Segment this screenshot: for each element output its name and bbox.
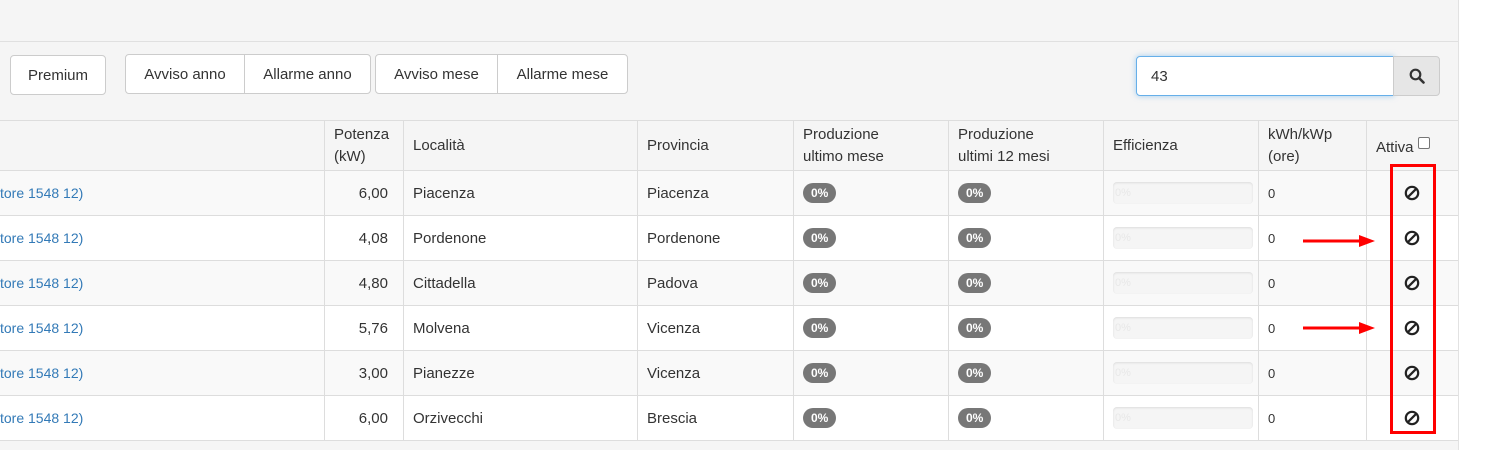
cell-localita: Cittadella [403,261,637,305]
header-efficienza[interactable]: Efficienza [1103,121,1258,171]
cell-potenza: 5,76 [324,306,403,350]
cell-produzione-12-mesi: 0% [948,216,1103,260]
table-row: tore 1548 12) 6,00 Orzivecchi Brescia 0% 0% 0%… [0,396,1458,441]
cell-produzione-mese: 0% [793,351,948,395]
table-row: tore 1548 12) 3,00 Pianezze Vicenza 0% 0% 0% 0 [0,351,1458,396]
search-icon [1409,68,1425,84]
cell-provincia: Vicenza [637,351,793,395]
cell-provincia: Padova [637,261,793,305]
allarme-anno-button[interactable]: Allarme anno [244,54,371,94]
cell-efficienza: 0% [1103,396,1258,440]
cell-efficienza: 0% [1103,171,1258,215]
cell-localita: Pordenone [403,216,637,260]
page-scrollbar-area [1458,0,1500,450]
percent-badge: 0% [803,408,837,428]
cell-provincia: Pordenone [637,216,793,260]
premium-button[interactable]: Premium [10,55,106,95]
table-row: tore 1548 12) 6,00 Piacenza Piacenza 0% 0% 0% 0 [0,171,1458,216]
cell-localita: Molvena [403,306,637,350]
cell-kwh-kwp: 0 [1258,171,1366,215]
plant-name-link[interactable]: tore 1548 12) [0,216,324,260]
header-provincia[interactable]: Provincia [637,121,793,171]
cell-localita: Orzivecchi [403,396,637,440]
cell-potenza: 6,00 [324,396,403,440]
cell-efficienza: 0% [1103,351,1258,395]
select-all-checkbox[interactable] [1417,137,1430,149]
cell-efficienza: 0% [1103,216,1258,260]
allarme-mese-button[interactable]: Allarme mese [497,54,628,94]
percent-badge: 0% [803,183,837,203]
cell-provincia: Piacenza [637,171,793,215]
header-produzione-12-mesi[interactable]: Produzione ultimi 12 mesi [948,121,1103,171]
red-arrow-icon [1303,235,1375,247]
cell-potenza: 6,00 [324,171,403,215]
search-input[interactable] [1136,56,1394,96]
percent-badge: 0% [958,408,992,428]
efficienza-progress-bar: 0% [1113,227,1253,249]
cell-efficienza: 0% [1103,306,1258,350]
efficienza-progress-bar: 0% [1113,182,1253,204]
percent-badge: 0% [803,318,837,338]
cell-produzione-mese: 0% [793,396,948,440]
percent-badge: 0% [803,363,837,383]
cell-localita: Pianezze [403,351,637,395]
efficienza-progress-bar: 0% [1113,407,1253,429]
cell-provincia: Brescia [637,396,793,440]
cell-kwh-kwp: 0 [1258,261,1366,305]
header-kwh-kwp[interactable]: kWh/kWp (ore) [1258,121,1366,171]
cell-produzione-12-mesi: 0% [948,261,1103,305]
red-arrow-icon [1303,322,1375,334]
plant-name-link[interactable]: tore 1548 12) [0,171,324,215]
percent-badge: 0% [958,318,992,338]
cell-produzione-12-mesi: 0% [948,171,1103,215]
top-band [0,0,1458,42]
efficienza-progress-bar: 0% [1113,272,1253,294]
cell-produzione-mese: 0% [793,261,948,305]
percent-badge: 0% [803,273,837,293]
cell-produzione-mese: 0% [793,171,948,215]
efficienza-progress-bar: 0% [1113,362,1253,384]
table-row: tore 1548 12) 4,80 Cittadella Padova 0% 0% 0% 0 [0,261,1458,306]
cell-efficienza: 0% [1103,261,1258,305]
header-potenza[interactable]: Potenza (kW) [324,121,403,171]
cell-localita: Piacenza [403,171,637,215]
plant-name-link[interactable]: tore 1548 12) [0,261,324,305]
percent-badge: 0% [958,273,992,293]
percent-badge: 0% [958,363,992,383]
highlight-box [1390,164,1436,434]
cell-provincia: Vicenza [637,306,793,350]
header-localita[interactable]: Località [403,121,637,171]
table-row: tore 1548 12) 4,08 Pordenone Pordenone 0% 0% 0… [0,216,1458,261]
percent-badge: 0% [958,183,992,203]
table-body: tore 1548 12) 6,00 Piacenza Piacenza 0% 0% 0% 0… [0,171,1458,441]
avviso-anno-button[interactable]: Avviso anno [125,54,245,94]
cell-kwh-kwp: 0 [1258,396,1366,440]
header-produzione-mese[interactable]: Produzione ultimo mese [793,121,948,171]
cell-potenza: 4,80 [324,261,403,305]
avviso-mese-button[interactable]: Avviso mese [375,54,498,94]
table-row: tore 1548 12) 5,76 Molvena Vicenza 0% 0% 0% 0 [0,306,1458,351]
percent-badge: 0% [958,228,992,248]
cell-produzione-12-mesi: 0% [948,396,1103,440]
cell-produzione-12-mesi: 0% [948,306,1103,350]
plant-name-link[interactable]: tore 1548 12) [0,351,324,395]
cell-produzione-mese: 0% [793,306,948,350]
cell-potenza: 4,08 [324,216,403,260]
cell-produzione-12-mesi: 0% [948,351,1103,395]
plant-name-link[interactable]: tore 1548 12) [0,306,324,350]
cell-produzione-mese: 0% [793,216,948,260]
cell-kwh-kwp: 0 [1258,351,1366,395]
search-button[interactable] [1393,56,1440,96]
table-header: Potenza (kW) Località Provincia Produzio… [0,120,1458,171]
plant-name-link[interactable]: tore 1548 12) [0,396,324,440]
percent-badge: 0% [803,228,837,248]
plants-table: Potenza (kW) Località Provincia Produzio… [0,120,1458,441]
cell-potenza: 3,00 [324,351,403,395]
efficienza-progress-bar: 0% [1113,317,1253,339]
